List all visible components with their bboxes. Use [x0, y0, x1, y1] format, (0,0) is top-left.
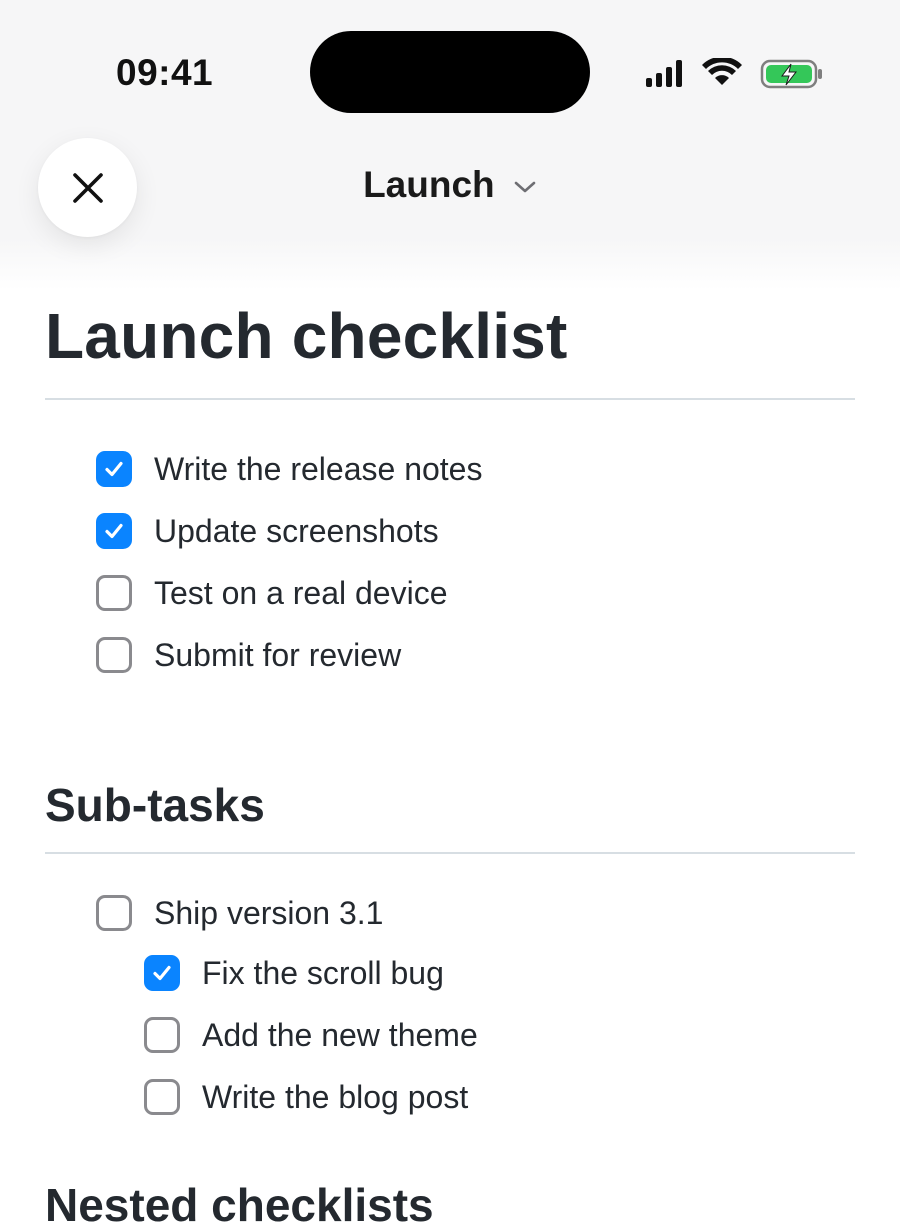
section-heading-subtasks: Sub-tasks — [45, 776, 855, 854]
checklist-item[interactable]: Write the release notes — [96, 438, 855, 500]
document-content: Launch checklist Write the release notes… — [45, 290, 855, 1128]
task-label: Add the new theme — [202, 1016, 478, 1053]
wifi-icon — [702, 58, 742, 85]
battery-charging-icon — [760, 59, 822, 89]
signal-icon — [646, 60, 682, 87]
checkbox-checked[interactable] — [96, 513, 132, 549]
checklist-item[interactable]: Submit for review — [96, 624, 855, 686]
task-label: Test on a real device — [154, 574, 448, 611]
chevron-down-icon — [514, 181, 536, 193]
checkmark-icon — [153, 965, 171, 981]
subtask-item[interactable]: Write the blog post — [144, 1066, 855, 1128]
status-bar: 09:41 — [0, 0, 900, 150]
checklist-item[interactable]: Test on a real device — [96, 562, 855, 624]
task-label: Ship version 3.1 — [154, 894, 384, 931]
checkbox-unchecked[interactable] — [96, 895, 132, 931]
status-time: 09:41 — [116, 52, 214, 93]
checklist-item[interactable]: Update screenshots — [96, 500, 855, 562]
task-label: Write the release notes — [154, 450, 483, 487]
checkbox-unchecked[interactable] — [144, 1017, 180, 1053]
nav-title-dropdown[interactable]: Launch — [0, 164, 900, 206]
task-label: Fix the scroll bug — [202, 954, 444, 991]
subtask-item[interactable]: Ship version 3.1 — [96, 884, 855, 942]
section-heading-nested: Nested checklists — [45, 1179, 434, 1231]
subtask-item[interactable]: Add the new theme — [144, 1004, 855, 1066]
status-icons — [646, 58, 822, 89]
checkbox-unchecked[interactable] — [96, 637, 132, 673]
checkmark-icon — [105, 523, 123, 539]
subtask-item[interactable]: Fix the scroll bug — [144, 942, 855, 1004]
subtask-list: Ship version 3.1 Fix the scroll bug Add … — [45, 884, 855, 1128]
checklist: Write the release notes Update screensho… — [45, 438, 855, 686]
checkmark-icon — [105, 461, 123, 477]
task-label: Write the blog post — [202, 1078, 469, 1115]
checkbox-checked[interactable] — [144, 955, 180, 991]
checkbox-unchecked[interactable] — [144, 1079, 180, 1115]
checkbox-unchecked[interactable] — [96, 575, 132, 611]
task-label: Update screenshots — [154, 512, 439, 549]
task-label: Submit for review — [154, 636, 402, 673]
checkbox-checked[interactable] — [96, 451, 132, 487]
dynamic-island — [310, 31, 590, 113]
page-title: Launch checklist — [45, 290, 855, 400]
nav-title: Launch — [363, 164, 495, 205]
